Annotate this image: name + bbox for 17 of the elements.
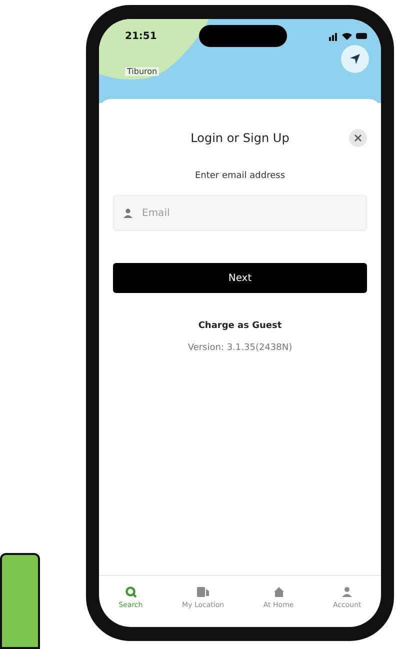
close-icon	[354, 134, 362, 142]
email-field[interactable]: Email	[113, 195, 367, 231]
home-icon	[272, 586, 285, 598]
van-icon	[196, 586, 210, 598]
signal-wifi-battery-icon	[329, 31, 369, 41]
locate-button[interactable]	[341, 45, 369, 73]
navigation-arrow-icon	[349, 53, 361, 65]
next-button[interactable]: Next	[113, 263, 367, 293]
version-text: Version: 3.1.35(2438N)	[188, 343, 292, 353]
search-icon	[124, 586, 137, 598]
sheet-title: Login or Sign Up	[190, 131, 290, 145]
map-place-label: Tiburon	[125, 67, 160, 76]
status-time: 21:51	[125, 30, 157, 42]
guest-link[interactable]: Charge as Guest	[198, 321, 282, 331]
close-button[interactable]	[349, 129, 367, 147]
account-icon	[341, 586, 354, 598]
email-prompt: Enter email address	[194, 171, 286, 181]
